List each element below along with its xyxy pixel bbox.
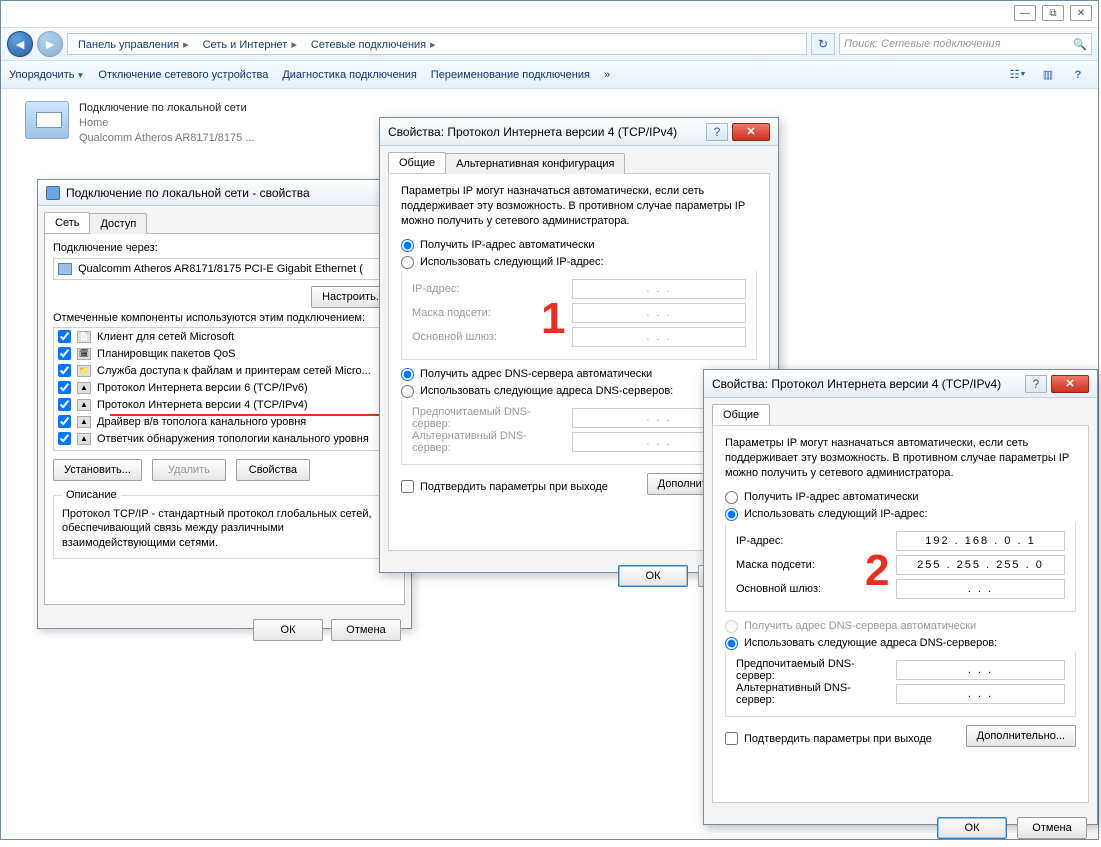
view-icon[interactable]: ☷▼	[1006, 65, 1030, 85]
radio-ip-manual[interactable]	[725, 508, 738, 521]
radio-dns-manual[interactable]	[401, 385, 414, 398]
radio-ip-auto[interactable]	[725, 491, 738, 504]
radio-dns-auto[interactable]	[401, 368, 414, 381]
dns2-field[interactable]: . . .	[896, 684, 1065, 704]
tab-alt-config[interactable]: Альтернативная конфигурация	[445, 153, 625, 174]
list-item-tcpipv4: ▲Протокол Интернета версии 4 (TCP/IPv4)	[54, 396, 395, 413]
list-item: 📄Клиент для сетей Microsoft	[54, 328, 395, 345]
list-item: 🗓Планировщик пакетов QoS	[54, 345, 395, 362]
description-text: Протокол TCP/IP - стандартный протокол г…	[62, 507, 387, 550]
validate-checkbox[interactable]	[725, 732, 738, 745]
cancel-button[interactable]: Отмена	[1017, 817, 1087, 839]
radio-ip-auto[interactable]	[401, 239, 414, 252]
breadcrumb[interactable]: Панель управления▸ Сеть и Интернет▸ Сете…	[67, 33, 807, 55]
info-text: Параметры IP могут назначаться автоматич…	[401, 184, 757, 229]
properties-button[interactable]: Свойства	[236, 459, 310, 481]
search-icon: 🔍	[1073, 38, 1087, 51]
dialog-titlebar[interactable]: Подключение по локальной сети - свойства	[38, 180, 411, 206]
connection-item[interactable]: Подключение по локальной сети Home Qualc…	[25, 101, 255, 146]
crumb-cp[interactable]: Панель управления▸	[72, 36, 195, 53]
window-controls: — ⧉ ✕	[1014, 5, 1092, 21]
components-label: Отмеченные компоненты используются этим …	[53, 312, 396, 324]
annotation-marker-2: 2	[865, 546, 889, 596]
ok-button[interactable]: ОК	[937, 817, 1007, 839]
adapter-icon	[46, 186, 60, 200]
info-text: Параметры IP могут назначаться автоматич…	[725, 436, 1076, 481]
ok-button[interactable]: ОК	[618, 565, 688, 587]
tab-general[interactable]: Общие	[388, 152, 446, 173]
connect-via-label: Подключение через:	[53, 242, 396, 254]
ip-field: . . .	[572, 279, 746, 299]
gateway-field: . . .	[572, 327, 746, 347]
close-button[interactable]: ✕	[1051, 375, 1089, 393]
radio-ip-manual[interactable]	[401, 256, 414, 269]
crumb-conn[interactable]: Сетевые подключения▸	[305, 36, 442, 53]
radio-dns-auto	[725, 620, 738, 633]
mask-field: . . .	[572, 303, 746, 323]
tab-general[interactable]: Общие	[712, 404, 770, 425]
radio-dns-manual[interactable]	[725, 637, 738, 650]
install-button[interactable]: Установить...	[53, 459, 142, 481]
crumb-net[interactable]: Сеть и Интернет▸	[197, 36, 303, 53]
help-button[interactable]: ?	[706, 123, 728, 141]
tab-network[interactable]: Сеть	[44, 212, 90, 233]
annotation-marker-1: 1	[541, 294, 565, 344]
dialog-titlebar[interactable]: Свойства: Протокол Интернета версии 4 (T…	[704, 370, 1097, 398]
description-legend: Описание	[62, 489, 121, 501]
dialog-titlebar[interactable]: Свойства: Протокол Интернета версии 4 (T…	[380, 118, 778, 146]
toolbar-disable[interactable]: Отключение сетевого устройства	[98, 69, 268, 81]
gateway-field[interactable]: . . .	[896, 579, 1065, 599]
refresh-button[interactable]: ↻	[811, 33, 835, 55]
advanced-button[interactable]: Дополнительно...	[966, 725, 1076, 747]
lan-properties-dialog: Подключение по локальной сети - свойства…	[37, 179, 412, 629]
mask-field[interactable]: 255 . 255 . 255 . 0	[896, 555, 1065, 575]
nic-icon	[58, 263, 72, 275]
ok-button[interactable]: ОК	[253, 619, 323, 641]
tab-access[interactable]: Доступ	[89, 213, 147, 234]
network-adapter-icon	[25, 101, 69, 139]
minimize-button[interactable]: —	[1014, 5, 1036, 21]
adapter-field: Qualcomm Atheros AR8171/8175 PCI-E Gigab…	[53, 258, 396, 280]
dns1-field[interactable]: . . .	[896, 660, 1065, 680]
toolbar: Упорядочить▼ Отключение сетевого устройс…	[1, 61, 1098, 89]
maximize-button[interactable]: ⧉	[1042, 5, 1064, 21]
cancel-button[interactable]: Отмена	[331, 619, 401, 641]
list-item: 📁Служба доступа к файлам и принтерам сет…	[54, 362, 395, 379]
close-button[interactable]: ✕	[1070, 5, 1092, 21]
toolbar-rename[interactable]: Переименование подключения	[431, 69, 590, 81]
toolbar-organize[interactable]: Упорядочить▼	[9, 69, 84, 81]
list-item: ▲Протокол Интернета версии 6 (TCP/IPv6)	[54, 379, 395, 396]
ip-field[interactable]: 192 . 168 . 0 . 1	[896, 531, 1065, 551]
ipv4-dialog-2: Свойства: Протокол Интернета версии 4 (T…	[703, 369, 1098, 825]
validate-checkbox[interactable]	[401, 480, 414, 493]
connection-text: Подключение по локальной сети Home Qualc…	[79, 101, 255, 146]
list-item: ▲Ответчик обнаружения топологии канально…	[54, 430, 395, 447]
forward-button[interactable]: ►	[37, 31, 63, 57]
explorer-window: — ⧉ ✕ ◄ ► Панель управления▸ Сеть и Инте…	[0, 0, 1099, 840]
close-button[interactable]: ✕	[732, 123, 770, 141]
uninstall-button: Удалить	[152, 459, 226, 481]
help-icon[interactable]: ?	[1066, 65, 1090, 85]
search-input[interactable]: Поиск: Сетевые подключения 🔍	[839, 33, 1092, 55]
back-button[interactable]: ◄	[7, 31, 33, 57]
toolbar-diagnose[interactable]: Диагностика подключения	[282, 69, 416, 81]
toolbar-more[interactable]: »	[604, 69, 610, 81]
help-button[interactable]: ?	[1025, 375, 1047, 393]
annotation-underline	[110, 414, 384, 416]
components-list[interactable]: 📄Клиент для сетей Microsoft 🗓Планировщик…	[53, 327, 396, 451]
preview-pane-icon[interactable]: ▥	[1036, 65, 1060, 85]
nav-bar: ◄ ► Панель управления▸ Сеть и Интернет▸ …	[1, 27, 1098, 61]
